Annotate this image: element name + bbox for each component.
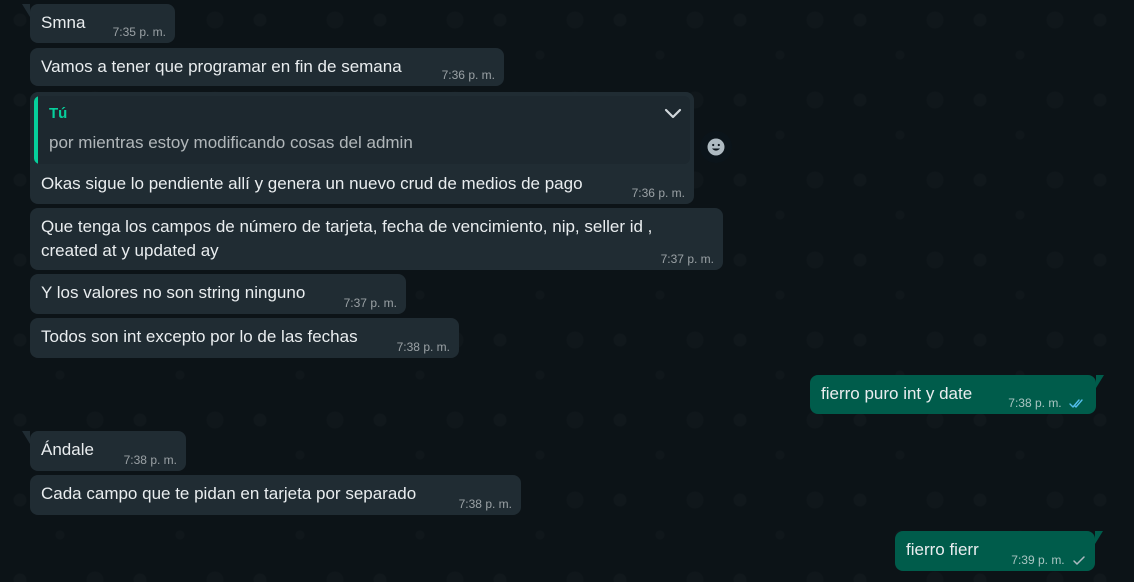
message-bubble-incoming[interactable]: Vamos a tener que programar en fin de se… — [30, 48, 504, 86]
message-meta: 7:39 p. m. — [1011, 553, 1086, 567]
message-text: Que tenga los campos de número de tarjet… — [41, 217, 653, 260]
message-bubble-incoming[interactable]: Y los valores no son string ninguno 7:37… — [30, 274, 406, 314]
message-bubble-incoming[interactable]: Todos son int excepto por lo de las fech… — [30, 318, 459, 358]
message-bubble-reply[interactable]: Tú por mientras estoy modificando cosas … — [30, 92, 694, 204]
quote-accent-bar — [34, 96, 38, 164]
quoted-message[interactable]: Tú por mientras estoy modificando cosas … — [34, 96, 690, 164]
emoji-reaction-button[interactable] — [700, 131, 732, 163]
message-time: 7:38 p. m. — [458, 497, 512, 511]
message-text: fierro puro int y date — [821, 384, 973, 403]
message-text: Ándale — [41, 440, 94, 459]
quoted-text: por mientras estoy modificando cosas del… — [49, 133, 413, 152]
message-time: 7:38 p. m. — [123, 453, 177, 467]
message-time: 7:38 p. m. — [396, 340, 450, 354]
double-check-icon — [1069, 399, 1083, 408]
message-text: Smna — [41, 13, 86, 32]
message-time: 7:35 p. m. — [112, 25, 166, 39]
emoji-icon — [707, 138, 725, 156]
message-text: Todos son int excepto por lo de las fech… — [41, 327, 358, 346]
message-time: 7:36 p. m. — [631, 186, 685, 200]
message-time: 7:37 p. m. — [660, 252, 714, 266]
message-bubble-incoming[interactable]: Cada campo que te pidan en tarjeta por s… — [30, 475, 521, 515]
message-bubble-incoming[interactable]: Smna 7:35 p. m. — [22, 4, 175, 43]
message-time: 7:38 p. m. — [1008, 396, 1062, 410]
message-time: 7:37 p. m. — [343, 296, 397, 310]
message-time: 7:39 p. m. — [1011, 553, 1065, 567]
message-time: 7:36 p. m. — [441, 68, 495, 82]
message-bubble-incoming[interactable]: Ándale 7:38 p. m. — [22, 431, 186, 471]
message-text: fierro fierr — [906, 540, 979, 559]
message-text: Vamos a tener que programar en fin de se… — [41, 57, 402, 76]
quoted-author: Tú — [49, 105, 68, 122]
message-text: Y los valores no son string ninguno — [41, 283, 306, 302]
message-bubble-outgoing[interactable]: fierro fierr 7:39 p. m. — [895, 531, 1103, 571]
message-bubble-incoming[interactable]: Que tenga los campos de número de tarjet… — [30, 208, 723, 270]
chevron-down-icon[interactable] — [663, 104, 683, 124]
message-bubble-outgoing[interactable]: fierro puro int y date 7:38 p. m. — [810, 375, 1104, 414]
message-text: Cada campo que te pidan en tarjeta por s… — [41, 484, 417, 503]
message-meta: 7:38 p. m. — [1008, 396, 1087, 410]
message-text: Okas sigue lo pendiente allí y genera un… — [41, 174, 583, 193]
single-check-icon — [1073, 556, 1085, 565]
